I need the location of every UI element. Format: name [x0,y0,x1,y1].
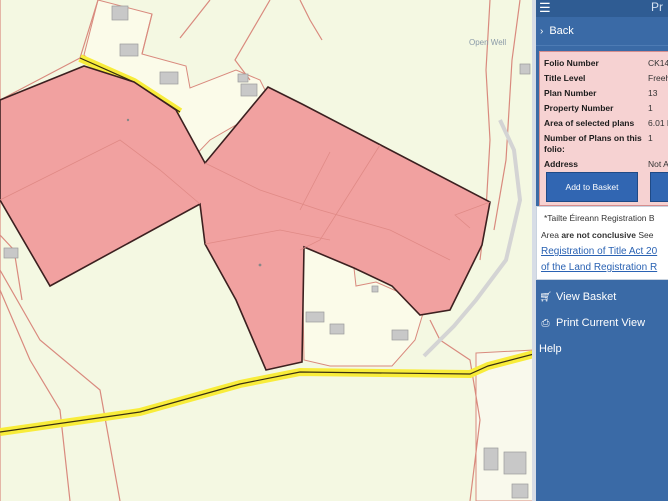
panel-title: Pr [651,0,663,14]
back-label: Back [549,25,574,37]
notice-line-2-post: See [635,230,654,240]
plan-number-label: Plan Number [544,88,597,98]
registration-notice: *Tailte Éireann Registration B Area are … [536,206,668,280]
view-basket-link[interactable]: 🛒︎ View Basket [539,291,616,303]
print-current-view-link[interactable]: ⎙ Print Current View [539,317,646,329]
menu-icon[interactable]: ☰ [539,1,551,14]
plans-count-value: 1 [648,133,653,143]
map-canvas[interactable] [0,0,534,501]
panel-header: ☰ Pr [536,0,668,17]
side-panel: ☰ Pr › Back Folio Number CK14 Title Level… [536,0,668,501]
folio-number-row: Folio Number [544,58,599,68]
print-current-view-label: Print Current View [556,317,646,329]
open-well-label: Open Well [469,38,507,47]
title-level-row: Title Level [544,73,585,83]
help-link[interactable]: Help [539,343,562,355]
area-label: Area of selected plans [544,118,635,128]
folio-number-value: CK14 [648,58,668,68]
property-number-row: Property Number [544,103,613,113]
plans-count-label: Number of Plans on this folio: [544,133,642,154]
folio-info-box: Folio Number CK14 Title Level Freeh Plan… [539,51,668,206]
address-row: Address [544,159,578,169]
area-value: 6.01 H [648,118,668,128]
cart-icon: 🛒︎ [539,292,552,303]
print-icon: ⎙ [541,318,550,329]
notice-line-2-pre: Area [541,230,562,240]
title-level-value: Freeh [648,73,668,83]
plan-number-row: Plan Number [544,88,596,98]
add-to-basket-button[interactable]: Add to Basket [546,172,638,202]
title-level-label: Title Level [544,73,586,83]
chevron-right-icon: › [540,26,544,37]
registration-act-link[interactable]: Registration of Title Act 20 [541,246,657,257]
notice-line-2: Area are not conclusive See [541,230,653,240]
secondary-action-button[interactable] [650,172,668,202]
plans-count-row: Number of Plans on this folio: [544,133,642,155]
registration-rules-link[interactable]: of the Land Registration R [541,262,657,273]
back-button[interactable]: › Back [536,17,668,46]
area-row: Area of selected plans [544,118,634,128]
folio-number-label: Folio Number [544,58,599,68]
property-number-value: 1 [648,103,653,113]
address-value: Not A [648,159,668,169]
property-number-label: Property Number [544,103,614,113]
address-label: Address [544,159,579,169]
plan-number-value: 13 [648,88,658,98]
map-viewport[interactable]: Open Well [0,0,534,501]
help-label: Help [539,343,562,355]
notice-line-1: *Tailte Éireann Registration B [544,213,655,223]
notice-line-2-bold: are not conclusive [561,230,636,240]
view-basket-label: View Basket [556,291,617,303]
